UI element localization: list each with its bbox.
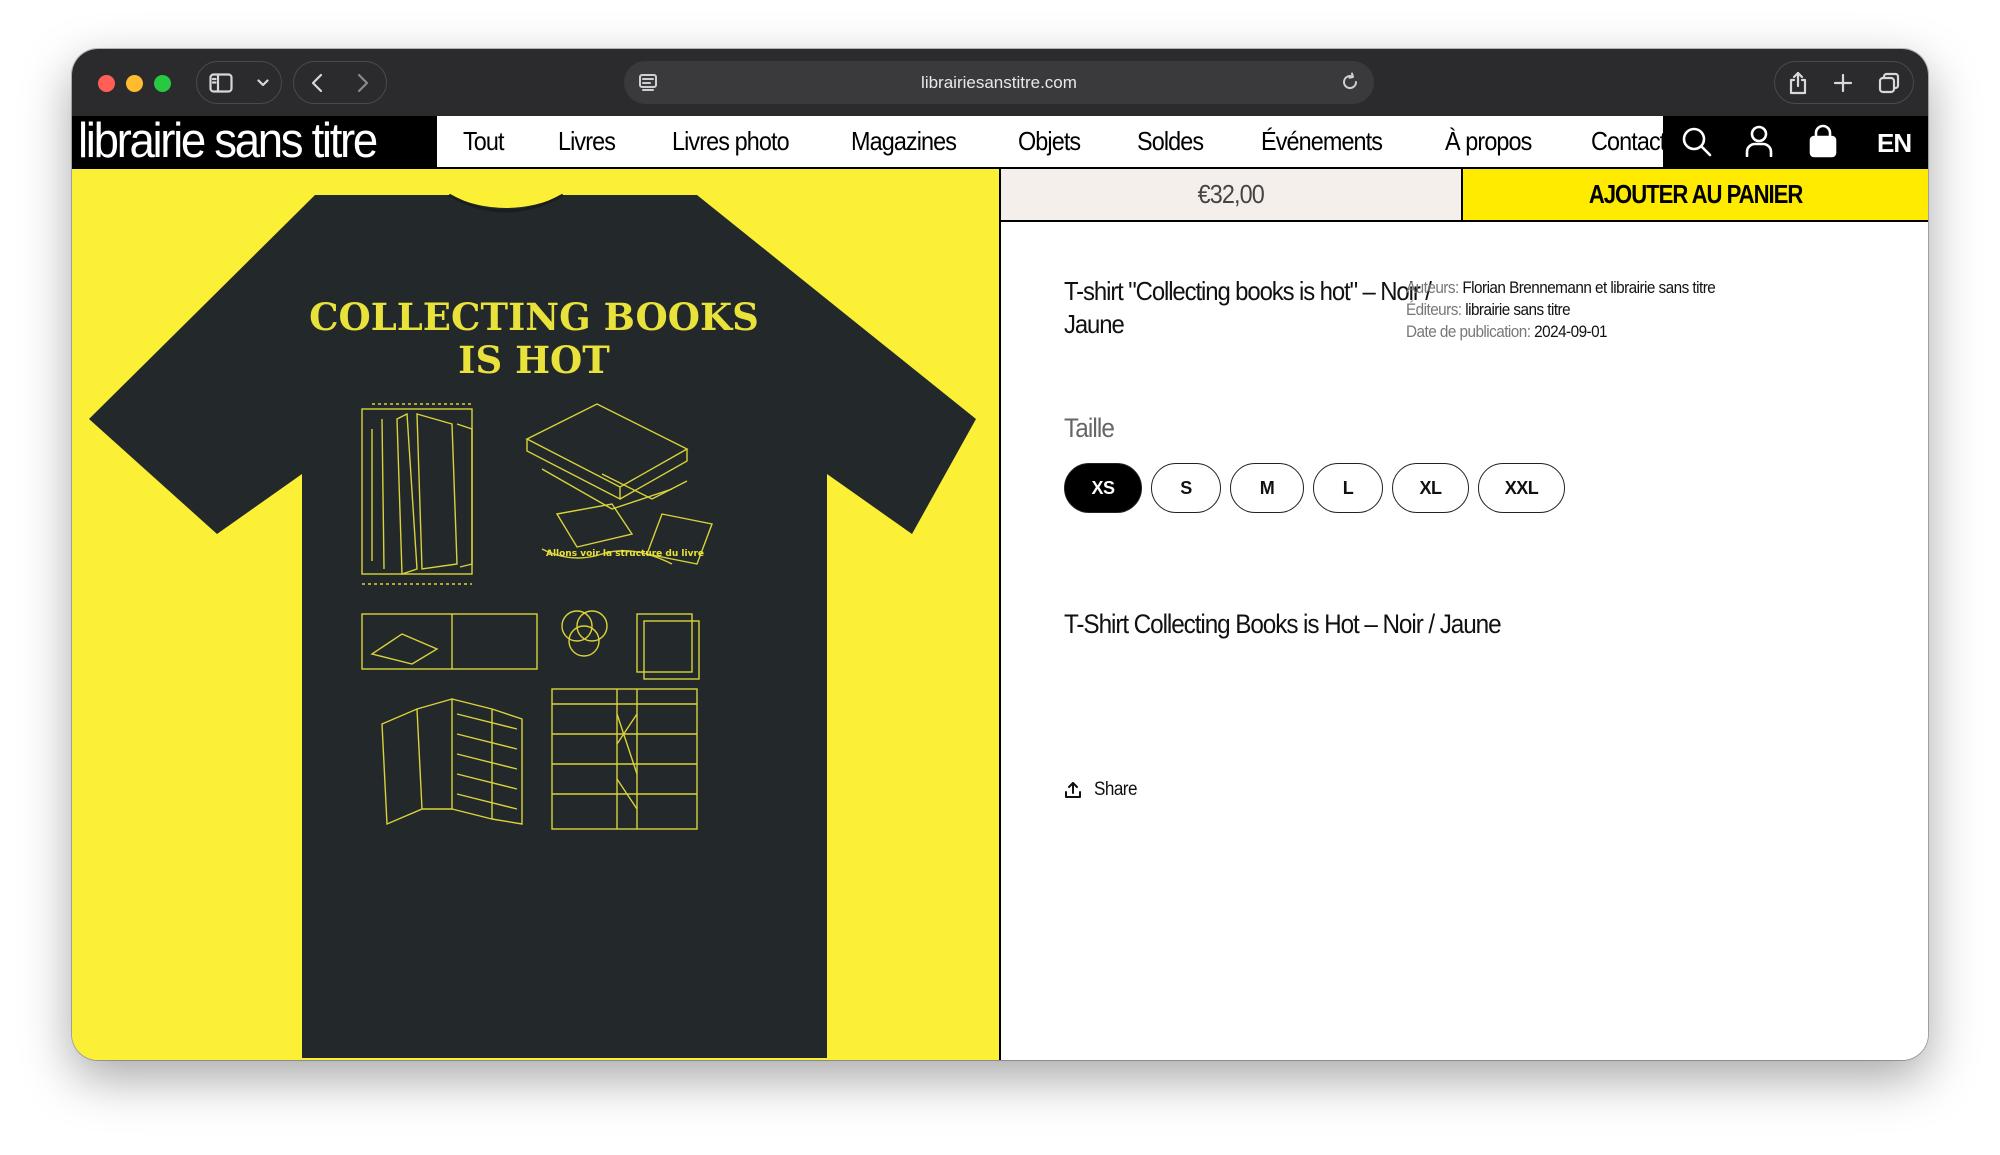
- header-actions: EN: [1663, 116, 1928, 167]
- nav-a-propos[interactable]: À propos: [1445, 126, 1532, 157]
- authors-value[interactable]: Florian Brennemann et librairie sans tit…: [1462, 278, 1715, 297]
- page-settings-icon[interactable]: [638, 73, 658, 93]
- site-logo-text: librairie sans titre: [78, 114, 378, 168]
- date-key: Date de publication:: [1406, 322, 1531, 341]
- nav-objets[interactable]: Objets: [1018, 126, 1081, 157]
- print-headline-2: IS HOT: [458, 338, 610, 382]
- size-xs-button[interactable]: XS: [1064, 463, 1142, 513]
- history-nav: [293, 61, 387, 104]
- print-headline-1: COLLECTING BOOKS: [309, 295, 759, 339]
- search-icon[interactable]: [1681, 126, 1713, 158]
- nav-tout[interactable]: Tout: [463, 126, 505, 157]
- share-page-icon[interactable]: [1788, 71, 1808, 95]
- price-bar: €32,00: [1001, 169, 1463, 222]
- publishers-key: Éditeurs:: [1406, 300, 1462, 319]
- nav-contact[interactable]: Contact: [1591, 126, 1666, 157]
- product-image: COLLECTING BOOKS IS HOT Allons voir la s…: [72, 169, 1001, 1060]
- window-actions: [1774, 61, 1914, 104]
- main-nav: Tout Livres Livres photo Magazines Objet…: [437, 116, 1698, 167]
- size-l-button[interactable]: L: [1313, 463, 1383, 513]
- size-label: Taille: [1064, 413, 1115, 443]
- size-xxl-button[interactable]: XXL: [1478, 463, 1565, 513]
- product-meta: Auteurs: Florian Brennemann et librairie…: [1406, 277, 1784, 343]
- publishers-value[interactable]: librairie sans titre: [1465, 300, 1570, 319]
- nav-livres[interactable]: Livres: [558, 126, 616, 157]
- site-header: librairie sans titre Tout Livres Livres …: [72, 116, 1928, 169]
- tshirt-back-image: COLLECTING BOOKS IS HOT Allons voir la s…: [89, 193, 976, 1058]
- size-selector: XS S M L XL XXL: [1064, 463, 1574, 513]
- url-text: librairiesanstitre.com: [921, 72, 1077, 92]
- minimize-window-button[interactable]: [126, 75, 143, 92]
- reload-icon[interactable]: [1340, 72, 1360, 92]
- product-price: €32,00: [1197, 179, 1265, 209]
- close-window-button[interactable]: [98, 75, 115, 92]
- product-description: T-Shirt Collecting Books is Hot – Noir /…: [1064, 609, 1502, 639]
- size-m-button[interactable]: M: [1230, 463, 1304, 513]
- sidebar-icon: [209, 72, 233, 93]
- add-to-cart-button[interactable]: AJOUTER AU PANIER: [1463, 169, 1928, 222]
- size-s-button[interactable]: S: [1151, 463, 1221, 513]
- nav-soldes[interactable]: Soldes: [1137, 126, 1204, 157]
- authors-key: Auteurs:: [1406, 278, 1459, 297]
- size-xl-button[interactable]: XL: [1392, 463, 1469, 513]
- nav-magazines[interactable]: Magazines: [851, 126, 957, 157]
- share-label: Share: [1094, 779, 1137, 800]
- print-diagram-caption: Allons voir la structure du livre: [546, 549, 704, 559]
- cart-icon[interactable]: [1809, 124, 1837, 158]
- chevron-down-icon: [257, 78, 269, 86]
- nav-livres-photo[interactable]: Livres photo: [672, 126, 790, 157]
- product-details: €32,00 AJOUTER AU PANIER T-shirt "Collec…: [1001, 169, 1928, 1060]
- forward-icon[interactable]: [357, 73, 369, 93]
- add-to-cart-label: AJOUTER AU PANIER: [1588, 179, 1804, 209]
- site-logo[interactable]: librairie sans titre: [72, 116, 437, 167]
- browser-window: librairiesanstitre.com librairie sans ti…: [72, 49, 1928, 1060]
- address-bar[interactable]: librairiesanstitre.com: [624, 61, 1374, 104]
- zoom-window-button[interactable]: [154, 75, 171, 92]
- browser-toolbar: librairiesanstitre.com: [72, 49, 1928, 116]
- back-icon[interactable]: [311, 73, 323, 93]
- share-icon: [1065, 782, 1081, 798]
- language-switch[interactable]: EN: [1877, 128, 1912, 159]
- account-icon[interactable]: [1745, 125, 1773, 157]
- new-tab-icon[interactable]: [1833, 73, 1853, 93]
- tab-overview-icon[interactable]: [1878, 72, 1900, 94]
- nav-evenements[interactable]: Événements: [1261, 126, 1383, 157]
- date-value: 2024-09-01: [1534, 322, 1608, 341]
- sidebar-toggle[interactable]: [196, 61, 282, 104]
- share-button[interactable]: Share: [1064, 779, 1142, 801]
- product-title: T-shirt "Collecting books is hot" – Noir…: [1064, 276, 1432, 339]
